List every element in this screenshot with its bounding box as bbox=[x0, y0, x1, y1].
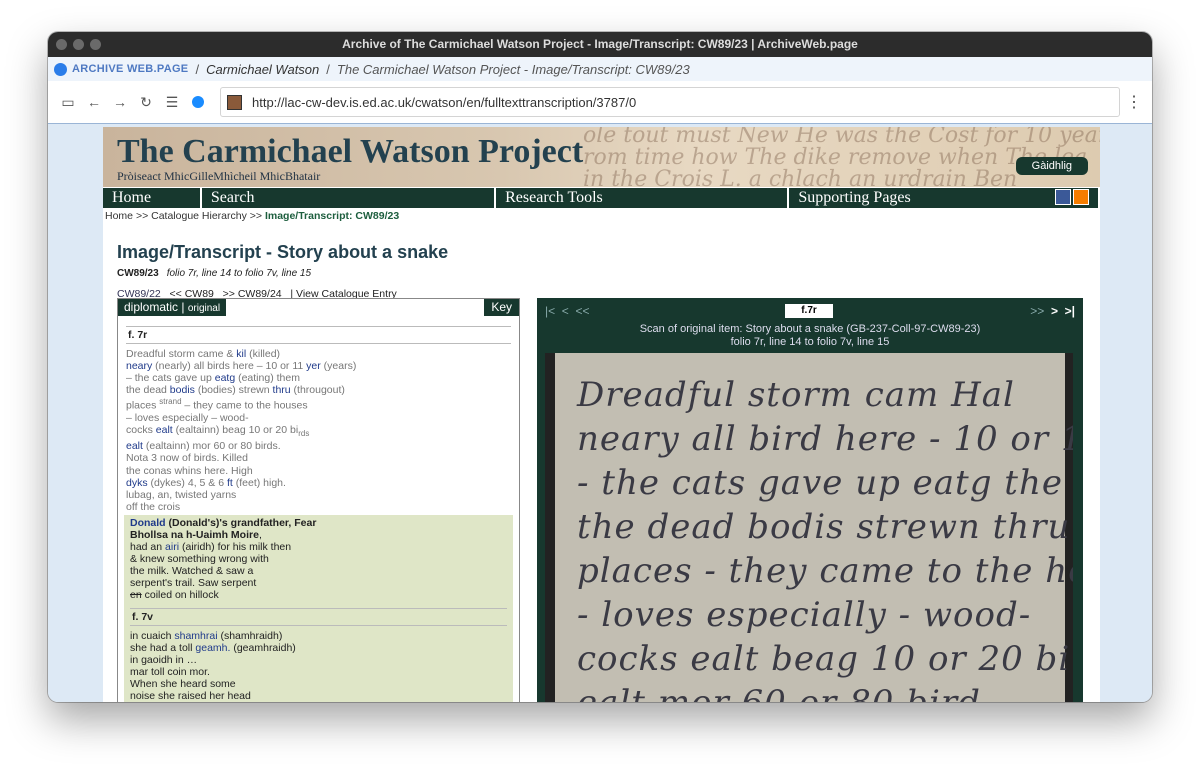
original-tab[interactable]: original bbox=[188, 303, 220, 314]
collection-link[interactable]: Carmichael Watson bbox=[206, 62, 319, 77]
site-subtitle: Pròiseact MhicGilleMhìcheil MhicBhatair bbox=[117, 169, 321, 183]
page-crumb: The Carmichael Watson Project - Image/Tr… bbox=[336, 61, 690, 77]
viewer-next-controls[interactable]: >> > >| bbox=[1030, 304, 1075, 318]
toolbar: ▭ ← → ↻ ☰ http://lac-cw-dev.is.ed.ac.uk/… bbox=[48, 81, 1152, 124]
url-field[interactable]: http://lac-cw-dev.is.ed.ac.uk/cwatson/en… bbox=[220, 87, 1120, 117]
window-controls[interactable] bbox=[56, 39, 101, 50]
web-content: ole tout must New He was the Cost for 10… bbox=[48, 127, 1152, 702]
minimize-dot[interactable] bbox=[73, 39, 84, 50]
viewer-controls: |< < << f.7r >> > >| bbox=[537, 298, 1083, 318]
social-links bbox=[1046, 188, 1100, 208]
favicon-icon bbox=[227, 94, 242, 110]
nav-supporting-pages[interactable]: Supporting Pages bbox=[789, 188, 1046, 208]
nav-search[interactable]: Search bbox=[202, 188, 497, 208]
brand-link[interactable]: ARCHIVE WEB.PAGE bbox=[72, 63, 188, 75]
facebook-icon[interactable] bbox=[1055, 189, 1071, 205]
transcript-text: f. 7r Dreadful storm came & kil (killed)… bbox=[118, 316, 519, 702]
monitor-icon[interactable]: ▭ bbox=[58, 92, 78, 112]
page-title: Image/Transcript - Story about a snake bbox=[117, 242, 449, 262]
folio-heading: f. 7r bbox=[126, 326, 511, 345]
manuscript-scan[interactable]: Dreadful storm cam Hal neary all bird he… bbox=[545, 353, 1073, 702]
main-nav: Home Search Research Tools Supporting Pa… bbox=[103, 187, 1100, 208]
url-text[interactable]: http://lac-cw-dev.is.ed.ac.uk/cwatson/en… bbox=[252, 95, 636, 110]
window-title: Archive of The Carmichael Watson Project… bbox=[342, 37, 858, 51]
item-id: CW89/23 bbox=[117, 268, 159, 279]
status-dot-icon bbox=[188, 92, 208, 112]
site-banner: ole tout must New He was the Cost for 10… bbox=[103, 127, 1100, 187]
list-icon[interactable]: ☰ bbox=[162, 92, 182, 112]
breadcrumb-hierarchy[interactable]: Catalogue Hierarchy bbox=[151, 210, 247, 222]
reload-icon[interactable]: ↻ bbox=[136, 92, 156, 112]
highlighted-passage: Donald (Donald's)'s grandfather, Fear Bh… bbox=[124, 514, 513, 702]
tab-bar: ARCHIVE WEB.PAGE / Carmichael Watson / T… bbox=[48, 57, 1152, 81]
transcript-header: diplomatic | original Key bbox=[118, 299, 519, 316]
item-reference: CW89/23 folio 7r, line 14 to folio 7v, li… bbox=[117, 268, 1100, 279]
forward-icon[interactable]: → bbox=[110, 92, 130, 112]
folio-box[interactable]: f.7r bbox=[785, 304, 833, 318]
archiveweb-logo-icon bbox=[54, 62, 67, 76]
blogger-icon[interactable] bbox=[1073, 189, 1089, 205]
breadcrumb: Home >> Catalogue Hierarchy >> Image/Tra… bbox=[105, 210, 400, 222]
menu-kebab-icon[interactable]: ⋮ bbox=[1126, 92, 1142, 112]
site-title[interactable]: The Carmichael Watson Project bbox=[117, 133, 583, 171]
transcript-panel: diplomatic | original Key f. 7r Dreadful… bbox=[117, 298, 520, 702]
title-bar: Archive of The Carmichael Watson Project… bbox=[48, 32, 1152, 57]
viewer-caption: Scan of original item: Story about a sna… bbox=[639, 323, 981, 348]
browser-window: Archive of The Carmichael Watson Project… bbox=[48, 32, 1152, 702]
close-dot[interactable] bbox=[56, 39, 67, 50]
diplomatic-tab[interactable]: diplomatic | original bbox=[118, 299, 227, 316]
item-range: folio 7r, line 14 to folio 7v, line 15 bbox=[166, 268, 312, 279]
zoom-dot[interactable] bbox=[90, 39, 101, 50]
viewer-prev-controls[interactable]: |< < << bbox=[545, 304, 589, 318]
key-button[interactable]: Key bbox=[484, 299, 519, 316]
gaidhlig-button[interactable]: Gàidhlig bbox=[1015, 157, 1088, 175]
image-viewer: |< < << f.7r >> > >| Scan of original it… bbox=[537, 298, 1083, 702]
nav-research-tools[interactable]: Research Tools bbox=[496, 188, 790, 208]
folio-heading-2: f. 7v bbox=[130, 607, 507, 626]
back-icon[interactable]: ← bbox=[84, 92, 104, 112]
breadcrumb-current[interactable]: Image/Transcript: CW89/23 bbox=[265, 210, 399, 222]
nav-home[interactable]: Home bbox=[103, 188, 202, 208]
breadcrumb-home[interactable]: Home bbox=[105, 210, 133, 222]
site-page: ole tout must New He was the Cost for 10… bbox=[103, 127, 1100, 702]
